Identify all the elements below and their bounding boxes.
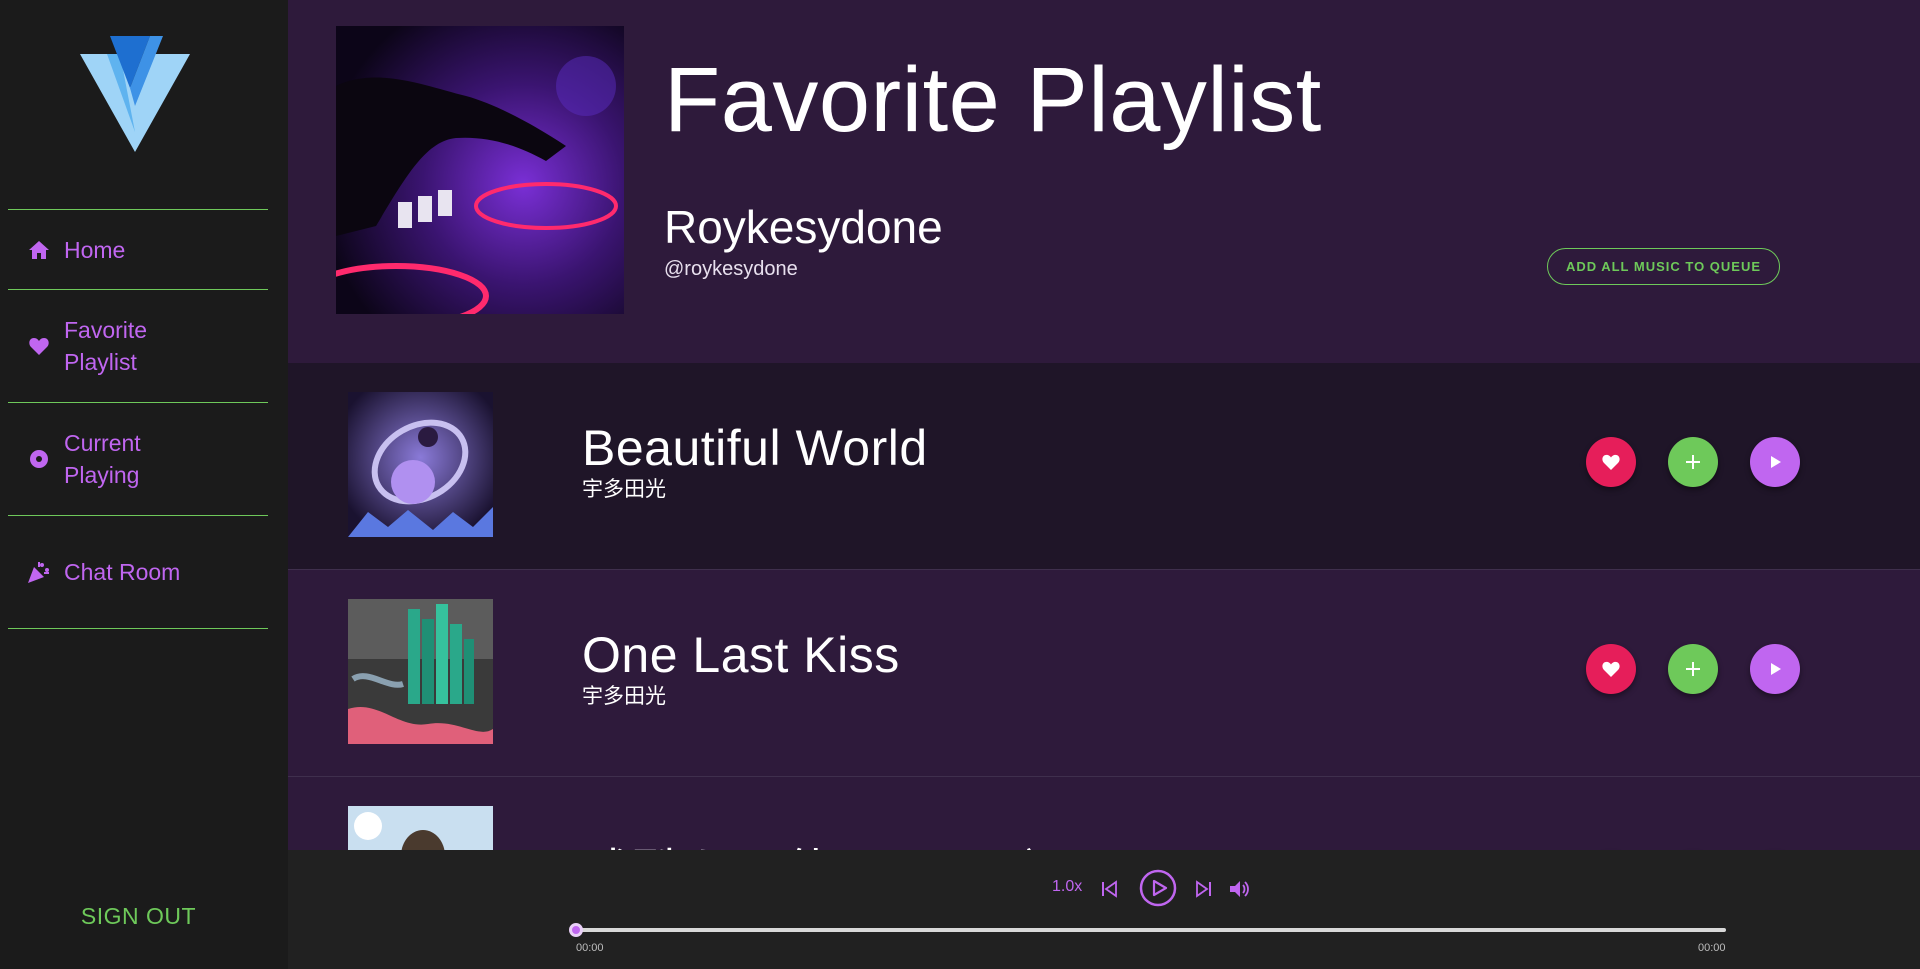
sidebar: Home Favorite Playlist Current Playing C… <box>0 0 288 969</box>
track-row: One Last Kiss 宇多田光 <box>288 570 1920 777</box>
like-button[interactable] <box>1586 644 1636 694</box>
track-cover-image <box>348 392 493 537</box>
plus-icon <box>1686 662 1700 676</box>
user-handle: @roykesydone <box>664 258 798 280</box>
sign-out-button[interactable]: SIGN OUT <box>0 903 277 930</box>
disc-icon <box>28 448 50 470</box>
add-to-queue-button[interactable] <box>1668 437 1718 487</box>
play-pause-button[interactable] <box>1138 868 1178 908</box>
sidebar-item-label: Home <box>64 236 126 263</box>
main-content: Favorite Playlist Roykesydone @roykesydo… <box>288 0 1920 850</box>
play-icon <box>1771 663 1781 675</box>
heart-icon <box>1602 661 1620 677</box>
track-title: Beautiful World <box>582 420 928 476</box>
track-cover-image <box>348 599 493 744</box>
plus-icon <box>1686 455 1700 469</box>
sidebar-item-current-playing[interactable]: Current Playing <box>8 403 268 516</box>
sidebar-item-label: Favorite Playlist <box>64 317 148 375</box>
progress-bar[interactable] <box>574 928 1726 932</box>
playlist-header: Favorite Playlist Roykesydone @roykesydo… <box>288 0 1920 363</box>
skip-previous-icon <box>1102 880 1117 898</box>
track-row: 残酷な天使のテーゼ <box>288 777 1920 850</box>
track-row: Beautiful World 宇多田光 <box>288 363 1920 570</box>
skip-next-icon <box>1196 880 1211 898</box>
track-title: One Last Kiss <box>582 627 900 683</box>
sidebar-item-favorite-playlist[interactable]: Favorite Playlist <box>8 290 268 403</box>
next-track-button[interactable] <box>1194 878 1214 900</box>
play-circle-icon <box>1139 869 1177 907</box>
sidebar-nav: Home Favorite Playlist Current Playing C… <box>8 209 268 629</box>
heart-icon <box>28 335 50 357</box>
progress-thumb[interactable] <box>569 923 583 937</box>
sidebar-item-home[interactable]: Home <box>8 210 268 290</box>
add-all-to-queue-button[interactable]: ADD ALL MUSIC TO QUEUE <box>1547 248 1780 285</box>
track-cover-image <box>348 806 493 850</box>
play-icon <box>1771 456 1781 468</box>
party-popper-icon <box>28 561 50 583</box>
volume-button[interactable] <box>1229 878 1251 900</box>
track-artist: 宇多田光 <box>582 478 666 501</box>
previous-track-button[interactable] <box>1099 878 1119 900</box>
page-title: Favorite Playlist <box>664 49 1322 151</box>
play-button[interactable] <box>1750 644 1800 694</box>
sidebar-item-label: Chat Room <box>64 559 181 585</box>
sidebar-item-chat-room[interactable]: Chat Room <box>8 516 268 629</box>
add-to-queue-button[interactable] <box>1668 644 1718 694</box>
app-logo[interactable] <box>80 36 190 152</box>
track-list: Beautiful World 宇多田光 One Last Kiss 宇多田光 <box>288 363 1920 850</box>
volume-icon <box>1230 881 1249 897</box>
playlist-cover-image <box>336 26 624 314</box>
player-bar: 1.0x 00:00 00:00 <box>288 850 1920 969</box>
total-time: 00:00 <box>1698 942 1726 954</box>
user-name: Roykesydone <box>664 201 943 253</box>
play-button[interactable] <box>1750 437 1800 487</box>
home-icon <box>28 239 50 261</box>
sidebar-item-label: Current Playing <box>64 430 141 488</box>
track-title: 残酷な天使のテーゼ <box>582 833 1037 850</box>
like-button[interactable] <box>1586 437 1636 487</box>
heart-icon <box>1602 454 1620 470</box>
current-time: 00:00 <box>576 942 604 954</box>
track-artist: 宇多田光 <box>582 685 666 708</box>
playback-speed-button[interactable]: 1.0x <box>1052 878 1082 896</box>
